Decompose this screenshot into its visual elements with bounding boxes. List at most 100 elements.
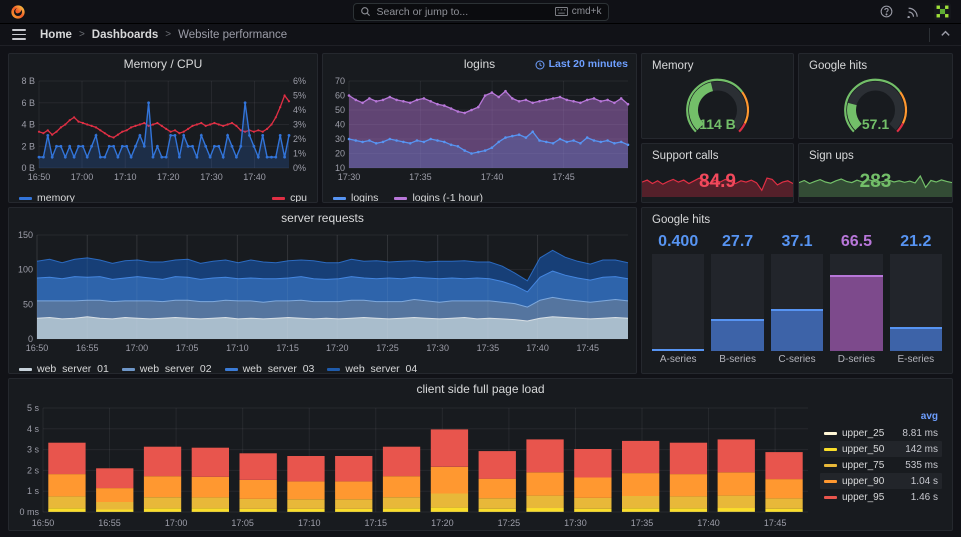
svg-text:2 B: 2 B — [21, 141, 35, 151]
menu-icon[interactable] — [12, 29, 26, 40]
svg-text:17:30: 17:30 — [338, 172, 361, 182]
legend-item-upper_90[interactable]: upper_90 1.04 s — [820, 473, 942, 489]
svg-text:40: 40 — [335, 120, 345, 130]
svg-text:17:40: 17:40 — [526, 343, 549, 353]
search-shortcut: cmd+k — [554, 6, 602, 17]
series-avg-value: 8.81 ms — [902, 427, 938, 439]
bar-category-label: C-series — [778, 354, 816, 365]
logins-chart: 10 20 30 40 50 60 70 17:30 17:35 17:40 17:45 — [323, 75, 636, 189]
series-avg-value: 142 ms — [905, 443, 938, 455]
panel-title-logins[interactable]: logins Last 20 minutes — [323, 54, 636, 75]
legend-item-upper_25[interactable]: upper_25 8.81 ms — [820, 425, 942, 441]
series-avg-value: 1.04 s — [910, 475, 938, 487]
panel-title-support-calls[interactable]: Support calls — [642, 144, 793, 166]
server-requests-chart: 0 50 100 150 16:50 16:55 17:00 17:05 17:10 17:15 1… — [9, 229, 636, 360]
svg-text:17:00: 17:00 — [165, 518, 188, 528]
bar-gauge-A-series: 0.400 A-series — [652, 232, 705, 367]
user-avatar[interactable] — [934, 3, 951, 20]
legend-item-web-server-02[interactable]: web_server_02 — [121, 363, 212, 373]
legend-item-upper_50[interactable]: upper_50 142 ms — [820, 441, 942, 457]
grafana-logo[interactable] — [10, 4, 26, 20]
svg-text:100: 100 — [18, 265, 33, 275]
panel-title-google-hits[interactable]: Google hits — [799, 54, 952, 76]
svg-text:17:10: 17:10 — [226, 343, 249, 353]
legend-item-web-server-01[interactable]: web_server_01 — [19, 363, 109, 373]
bar-value: 37.1 — [781, 233, 813, 250]
bar-track — [711, 254, 764, 351]
bar-value: 66.5 — [840, 233, 872, 250]
logins-legend: logins logins (-1 hour) — [323, 189, 636, 202]
svg-text:16:50: 16:50 — [26, 343, 49, 353]
svg-text:0 ms: 0 ms — [19, 507, 39, 517]
legend-item-logins[interactable]: logins — [333, 192, 378, 202]
legend-item-cpu[interactable]: cpu — [272, 192, 307, 202]
news-icon[interactable] — [907, 5, 920, 18]
panel-support-calls: Support calls 84.9 — [641, 143, 794, 203]
legend-item-upper_75[interactable]: upper_75 535 ms — [820, 457, 942, 473]
panel-title-memory[interactable]: Memory — [642, 54, 793, 76]
time-range-picker[interactable]: Last 20 minutes — [535, 54, 628, 75]
bar-track — [770, 254, 824, 351]
svg-text:16:50: 16:50 — [32, 518, 55, 528]
sign-ups-value: 283 — [859, 171, 892, 192]
svg-text:3 s: 3 s — [27, 445, 40, 455]
bar-gauge-B-series: 27.7 B-series — [711, 232, 764, 367]
divider — [929, 27, 930, 42]
breadcrumb-separator: > — [165, 29, 172, 40]
dashboard-grid: Memory / CPU 0 B2 B4 B6 B8 B 0% 1% 2% 3% 4% 5%… — [0, 47, 961, 537]
svg-text:4 B: 4 B — [21, 120, 35, 130]
svg-text:4 s: 4 s — [27, 424, 40, 434]
legend-item-web-server-03[interactable]: web_server_03 — [224, 363, 314, 373]
memory-cpu-chart: 0 B2 B4 B6 B8 B 0% 1% 2% 3% 4% 5% 6% 16:50 17:00 1… — [9, 75, 317, 189]
svg-text:17:30: 17:30 — [200, 172, 223, 182]
svg-text:17:30: 17:30 — [564, 518, 587, 528]
chevron-up-icon[interactable] — [940, 28, 951, 42]
upper_95-swatch — [824, 495, 837, 499]
svg-text:16:55: 16:55 — [98, 518, 121, 528]
web-server-02-swatch — [121, 367, 135, 371]
breadcrumb-dashboards[interactable]: Dashboards — [92, 29, 158, 41]
search-input[interactable]: Search or jump to... cmd+k — [352, 2, 609, 21]
svg-text:17:30: 17:30 — [426, 343, 449, 353]
breadcrumb-current-page: Website performance — [178, 28, 288, 41]
logins-series-swatch — [333, 196, 346, 200]
upper_75-swatch — [824, 463, 837, 467]
svg-text:17:35: 17:35 — [477, 343, 500, 353]
panel-title-sign-ups[interactable]: Sign ups — [799, 144, 952, 166]
legend-item-web-server-04[interactable]: web_server_04 — [327, 363, 417, 373]
bar-category-label: D-series — [837, 354, 876, 365]
svg-text:17:25: 17:25 — [498, 518, 521, 528]
svg-text:6 B: 6 B — [21, 98, 35, 108]
panel-server-requests: server requests 0 50 100 150 16:50 16:55 17:00… — [8, 207, 637, 374]
breadcrumb-home[interactable]: Home — [40, 29, 72, 41]
breadcrumb-separator: > — [78, 29, 85, 40]
legend-item-memory[interactable]: memory — [19, 192, 75, 202]
panel-title-page-load[interactable]: client side full page load — [9, 379, 952, 400]
panel-title-google-hits-bars[interactable]: Google hits — [642, 208, 952, 230]
svg-text:30: 30 — [335, 134, 345, 144]
upper_90-swatch — [824, 479, 837, 483]
bar-gauge-D-series: 66.5 D-series — [830, 232, 883, 367]
panel-title-memory-cpu[interactable]: Memory / CPU — [9, 54, 317, 75]
bar-gauge-E-series: 21.2 E-series — [889, 232, 943, 367]
svg-text:2 s: 2 s — [27, 465, 40, 475]
svg-text:1 s: 1 s — [27, 486, 40, 496]
svg-text:17:40: 17:40 — [697, 518, 720, 528]
svg-text:20: 20 — [335, 149, 345, 159]
svg-text:17:05: 17:05 — [176, 343, 199, 353]
web-server-04-swatch — [327, 367, 341, 371]
google-hits-gauge: 57.1 — [799, 76, 952, 138]
bar-category-label: A-series — [659, 354, 697, 365]
server-requests-legend: web_server_01 web_server_02 web_server_0… — [9, 360, 636, 373]
series-name: upper_95 — [842, 491, 885, 503]
panel-title-server-requests[interactable]: server requests — [9, 208, 636, 229]
breadcrumb: Home > Dashboards > Website performance — [40, 29, 287, 41]
page-load-chart: 0 ms 1 s 2 s 3 s 4 s 5 s 16:50 16:55 17:00 17:05 1… — [9, 400, 820, 530]
legend-item-logins-1-hour[interactable]: logins (-1 hour) — [394, 192, 483, 202]
svg-text:17:10: 17:10 — [114, 172, 137, 182]
panel-logins: logins Last 20 minutes 10 20 30 40 50 60 70 17:… — [322, 53, 637, 203]
legend-item-upper_95[interactable]: upper_95 1.46 s — [820, 489, 942, 505]
svg-text:17:00: 17:00 — [71, 172, 94, 182]
help-icon[interactable] — [880, 5, 893, 18]
web-server-03-swatch — [224, 367, 238, 371]
